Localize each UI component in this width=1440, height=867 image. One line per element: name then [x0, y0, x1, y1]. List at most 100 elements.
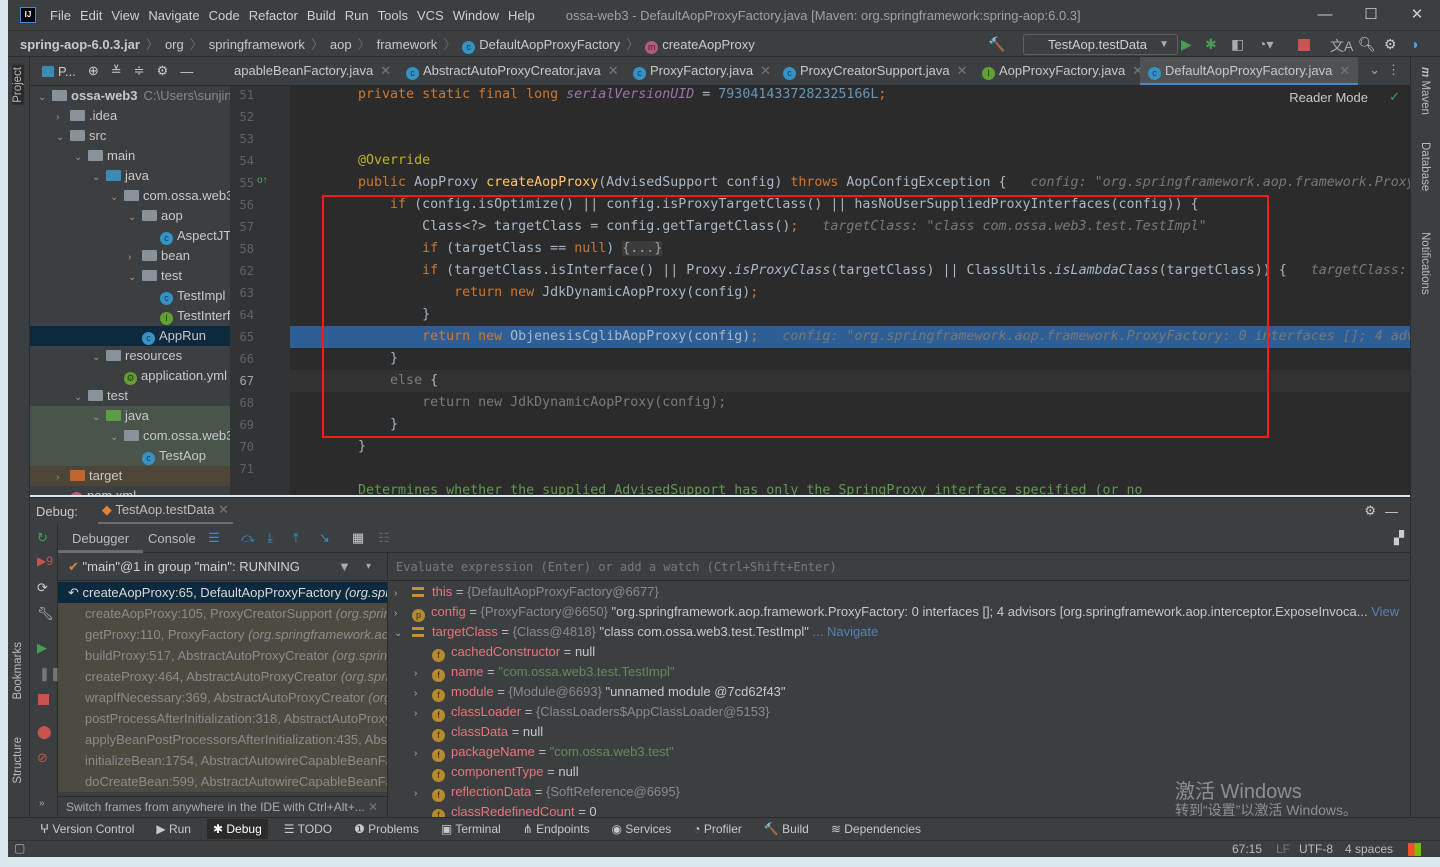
tab-proxycreatorsupport-java[interactable]: c ProxyCreatorSupport.java ✕: [775, 57, 975, 85]
variable-link[interactable]: View: [1371, 604, 1399, 619]
chevron-down-icon[interactable]: ⌄: [110, 428, 124, 448]
rerun-failed-icon[interactable]: ▶9: [37, 554, 53, 568]
database-tool-button[interactable]: Database: [1419, 142, 1431, 191]
indent-setting[interactable]: 4 spaces: [1345, 842, 1393, 856]
maximize-button[interactable]: ☐: [1348, 0, 1394, 30]
step-out-icon[interactable]: ⤒: [293, 530, 299, 546]
tree-item-main[interactable]: ⌄ main: [30, 146, 230, 166]
tabs-dropdown-icon[interactable]: ⌄: [1369, 62, 1380, 78]
tool-version-control[interactable]: ⵖ Version Control: [40, 822, 134, 836]
menu-navigate[interactable]: Navigate: [148, 8, 199, 23]
layout-icon[interactable]: ▞: [1394, 530, 1404, 546]
jetbrains-toolbox-icon[interactable]: ◑: [1410, 36, 1418, 52]
step-into-icon[interactable]: ⤓: [267, 530, 273, 546]
filter-icon[interactable]: ▼: [338, 553, 351, 581]
notifications-tool-button[interactable]: Notifications: [1419, 232, 1431, 295]
menu-help[interactable]: Help: [508, 8, 535, 23]
tool-debug[interactable]: ✱ Debug: [206, 819, 268, 839]
close-icon[interactable]: ✕: [218, 502, 229, 517]
bookmarks-tool-button[interactable]: Bookmarks: [12, 642, 24, 700]
resume-icon[interactable]: ▶: [37, 640, 47, 656]
tree-item-bean[interactable]: › bean: [30, 246, 230, 266]
minimize-button[interactable]: —: [1302, 0, 1348, 30]
chevron-down-icon[interactable]: ▾: [366, 553, 371, 581]
tree-item-java[interactable]: ⌄ java: [30, 166, 230, 186]
toggle-tool-windows-icon[interactable]: ▢: [14, 841, 25, 855]
stack-frame[interactable]: ↶ createAopProxy:65, DefaultAopProxyFact…: [58, 582, 387, 603]
chevron-down-icon[interactable]: ⌄: [92, 348, 106, 368]
build-hammer-icon[interactable]: 🔨: [988, 36, 1005, 53]
menu-window[interactable]: Window: [453, 8, 499, 23]
tree-item-application-yml[interactable]: ⚙ application.yml: [30, 366, 230, 386]
stack-frame[interactable]: getProxy:110, ProxyFactory (org.springfr…: [58, 624, 387, 645]
evaluate-expression-input[interactable]: Evaluate expression (Enter) or add a wat…: [388, 553, 1410, 581]
restore-layout-icon[interactable]: ⟳: [37, 580, 48, 596]
stack-frame[interactable]: applyBeanPostProcessorsAfterInitializati…: [58, 729, 387, 750]
expand-all-icon[interactable]: ≚: [111, 63, 122, 79]
tab-defaultaopproxyfactory-java[interactable]: c DefaultAopProxyFactory.java ✕: [1140, 57, 1359, 85]
hide-icon[interactable]: —: [1385, 504, 1398, 519]
mute-breakpoints-icon[interactable]: ⊘: [37, 750, 48, 766]
run-to-cursor-icon[interactable]: ↘: [319, 530, 330, 546]
variable-link[interactable]: ... Navigate: [813, 624, 879, 639]
structure-tool-button[interactable]: Structure: [12, 737, 24, 784]
variable-targetclass[interactable]: ⌄ targetClass = {Class@4818} "class com.o…: [394, 622, 878, 642]
tab-debugger[interactable]: Debugger: [58, 524, 144, 553]
stop-icon[interactable]: [1298, 39, 1310, 51]
tab-abstractautoproxycreator-java[interactable]: c AbstractAutoProxyCreator.java ✕: [398, 57, 627, 85]
breadcrumb-item[interactable]: spring-aop-6.0.3.jar: [20, 37, 140, 52]
tree-item-aop[interactable]: ⌄ aop: [30, 206, 230, 226]
tool-profiler[interactable]: ◔ Profiler: [693, 822, 742, 836]
hide-icon[interactable]: —: [180, 64, 193, 79]
variable-componenttype[interactable]: f componentType = null: [414, 762, 579, 782]
menu-refactor[interactable]: Refactor: [249, 8, 298, 23]
run-icon[interactable]: ▶: [1181, 36, 1192, 53]
tab-apablebeanfactory-java[interactable]: apableBeanFactory.java ✕: [232, 57, 399, 85]
close-tab-icon[interactable]: ✕: [957, 63, 968, 78]
variable-cachedconstructor[interactable]: f cachedConstructor = null: [414, 642, 595, 662]
tree-item-test[interactable]: ⌄ test: [30, 386, 230, 406]
tree-item-pom-xml[interactable]: m pom.xml: [30, 486, 230, 495]
tool-dependencies[interactable]: ≋ Dependencies: [831, 822, 921, 836]
close-tab-icon[interactable]: ✕: [1339, 63, 1350, 78]
chevron-right-icon[interactable]: ›: [414, 684, 432, 704]
tab-console[interactable]: Console: [148, 524, 196, 553]
chevron-right-icon[interactable]: ›: [394, 604, 412, 624]
tool-endpoints[interactable]: ⋔ Endpoints: [523, 822, 590, 836]
run-configuration-select[interactable]: TestAop.testData ▼: [1023, 34, 1178, 55]
stack-frame[interactable]: initializeBean:1754, AbstractAutowireCap…: [58, 750, 387, 771]
tree-item-testaop[interactable]: c TestAop: [30, 446, 230, 466]
wrench-icon[interactable]: 🔧︎: [37, 606, 54, 622]
variable-reflectiondata[interactable]: › f reflectionData = {SoftReference@6695}: [414, 782, 680, 802]
chevron-right-icon[interactable]: ›: [128, 248, 142, 268]
more-icon[interactable]: »: [39, 798, 45, 809]
menu-build[interactable]: Build: [307, 8, 336, 23]
project-view-select[interactable]: P...: [42, 64, 76, 79]
close-button[interactable]: ✕: [1394, 0, 1440, 30]
stack-frame[interactable]: buildProxy:517, AbstractAutoProxyCreator…: [58, 645, 387, 666]
tab-proxyfactory-java[interactable]: c ProxyFactory.java ✕: [625, 57, 779, 85]
chevron-down-icon[interactable]: ⌄: [56, 128, 70, 148]
breadcrumb-item[interactable]: createAopProxy: [662, 37, 755, 52]
chevron-right-icon[interactable]: ›: [414, 784, 432, 804]
breadcrumb-item[interactable]: aop: [330, 37, 352, 52]
breadcrumb-item[interactable]: springframework: [209, 37, 305, 52]
tree-item-aspectjtest[interactable]: c AspectJTest: [30, 226, 230, 246]
gear-icon[interactable]: ⚙: [1364, 503, 1376, 519]
evaluate-expression-icon[interactable]: ▦: [352, 530, 364, 546]
tree-item-apprun[interactable]: c AppRun: [30, 326, 230, 346]
chevron-right-icon[interactable]: ›: [414, 704, 432, 724]
chevron-down-icon[interactable]: ⌄: [128, 268, 142, 288]
translate-icon[interactable]: 文A: [1330, 36, 1353, 56]
tool-build[interactable]: 🔨 Build: [764, 822, 809, 836]
locate-icon[interactable]: ⊕: [88, 63, 99, 79]
tree-item-test[interactable]: ⌄ test: [30, 266, 230, 286]
menu-vcs[interactable]: VCS: [417, 8, 444, 23]
step-over-icon[interactable]: ⤼: [241, 530, 255, 546]
menu-view[interactable]: View: [111, 8, 139, 23]
stack-frame[interactable]: postProcessAfterInitialization:318, Abst…: [58, 708, 387, 729]
coverage-icon[interactable]: ◧: [1231, 36, 1244, 53]
thread-selector[interactable]: ✔ "main"@1 in group "main": RUNNING ▼ ▾: [58, 553, 387, 581]
collapse-all-icon[interactable]: ≑: [134, 63, 145, 79]
tool-services[interactable]: ◉ Services: [611, 822, 671, 836]
